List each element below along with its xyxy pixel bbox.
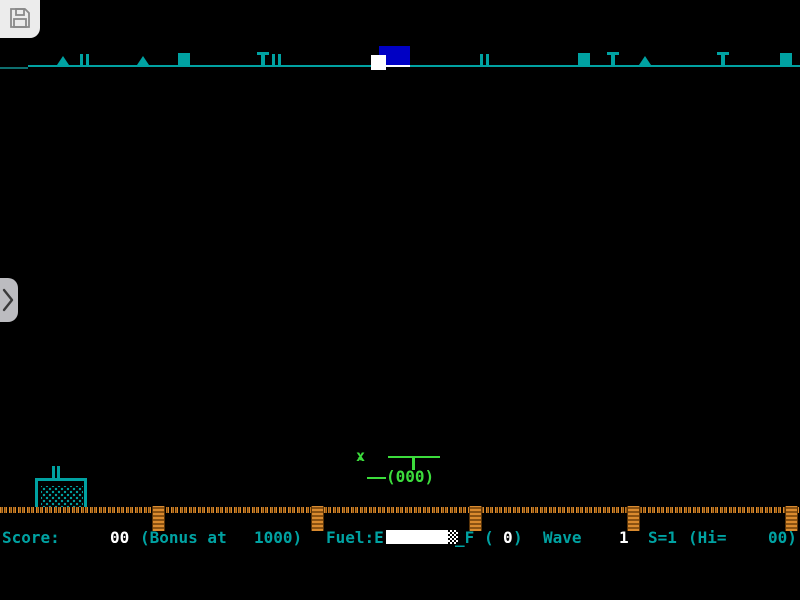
radar-square-icon (780, 53, 792, 65)
status-segment: 1000) (254, 529, 302, 547)
radar-tee-icon (717, 52, 729, 65)
ground-post (627, 506, 640, 531)
depot-fill-pattern (41, 486, 83, 508)
status-segment: Score: (2, 529, 60, 547)
floppy-disk-icon (8, 6, 32, 33)
status-bar: Score: 00 (Bonus at 1000) Fuel:E _F (0) Wave 1 S=… (0, 529, 800, 549)
fuel-gauge-bar (386, 530, 448, 544)
radar-tee-icon (607, 52, 619, 65)
status-segment: Fuel:E (326, 529, 384, 547)
ground-post (311, 506, 324, 531)
status-segment: ( (484, 529, 494, 547)
vehicle-body: (000) (386, 469, 434, 485)
status-segment: 00 (110, 529, 129, 547)
status-segment: _F (455, 529, 474, 547)
radar-terrain-line (28, 65, 800, 67)
status-segment: ) (513, 529, 523, 547)
radar-triangle-icon (57, 56, 69, 65)
radar-pylon-icon (80, 54, 89, 65)
radar-player-marker (371, 55, 386, 70)
status-segment: 00) (768, 529, 797, 547)
radar-tee-icon (257, 52, 269, 65)
sidebar-toggle-button[interactable] (0, 278, 18, 322)
depot-chimney (52, 466, 55, 478)
radar-viewport-baseline (386, 65, 410, 67)
radar-square-icon (178, 53, 190, 65)
status-segment: 1 (619, 529, 629, 547)
status-segment: Wave (543, 529, 582, 547)
game-screen: x ` (000) Score:00(Bonus at1000)Fuel:E_F… (0, 0, 800, 600)
status-segment: S=1 (648, 529, 677, 547)
status-segment: 0 (503, 529, 513, 547)
vehicle-hook: ` (356, 458, 366, 475)
radar-terrain-left (0, 67, 28, 69)
radar-square-icon (578, 53, 590, 65)
radar-pylon-icon (272, 54, 281, 65)
depot-chimney (57, 466, 60, 478)
ground-pattern (0, 507, 800, 513)
vehicle-tow-bar (367, 477, 386, 479)
radar-triangle-icon (639, 56, 651, 65)
save-state-button[interactable] (0, 0, 40, 38)
radar-triangle-icon (137, 56, 149, 65)
status-segment: (Bonus at (140, 529, 227, 547)
radar-pylon-icon (480, 54, 489, 65)
status-segment: (Hi= (688, 529, 727, 547)
